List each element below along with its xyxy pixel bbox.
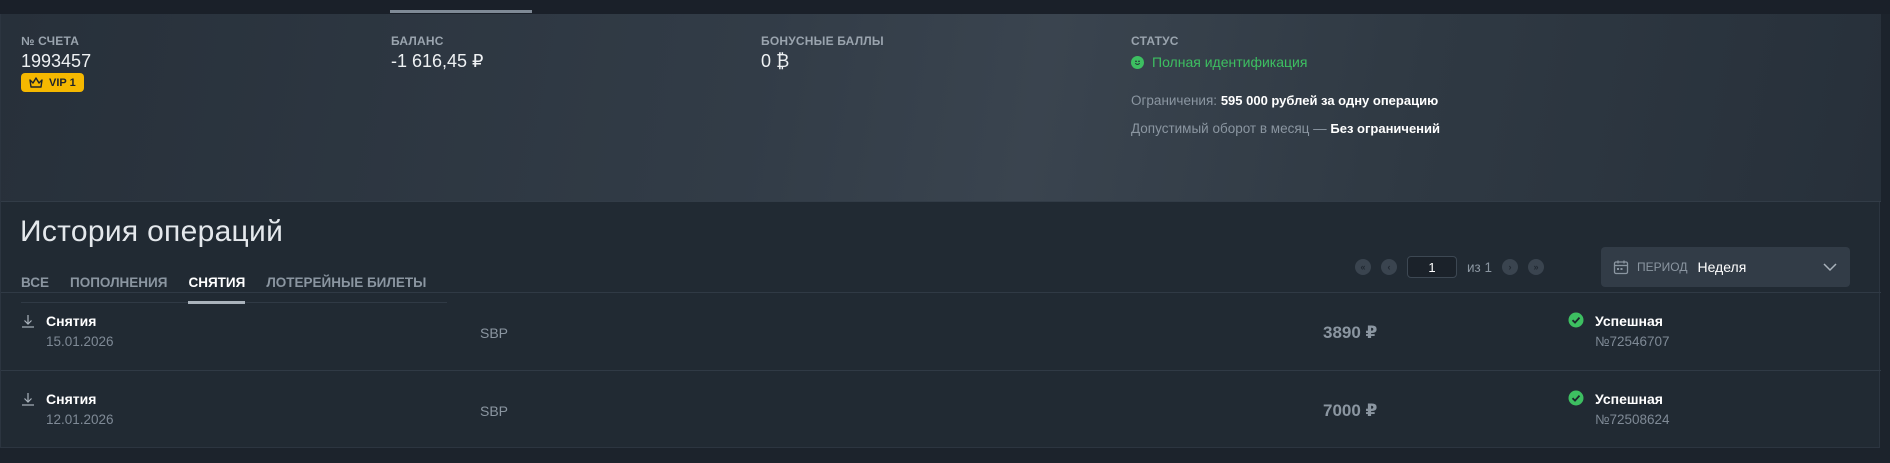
limit-label: Ограничения: xyxy=(1131,93,1218,108)
active-top-tab-indicator xyxy=(390,10,532,13)
status-block: СТАТУС Полная идентификация Ограничения:… xyxy=(1131,34,1440,136)
check-circle-icon xyxy=(1568,390,1584,406)
status-label: СТАТУС xyxy=(1131,34,1179,48)
operation-amount: 7000 ₽ xyxy=(1323,401,1378,420)
turnover-value: Без ограничений xyxy=(1330,121,1441,136)
calendar-icon xyxy=(1613,260,1629,275)
withdraw-icon xyxy=(22,393,34,406)
balance-value: -1 616,45 ₽ xyxy=(391,51,484,71)
bonus-value: 0 ₿ xyxy=(761,51,790,71)
operation-row[interactable]: Снятия 15.01.2026 SBP 3890 ₽ Успешная №7… xyxy=(1,292,1881,370)
bonus-block: БОНУСНЫЕ БАЛЛЫ 0 ₿ xyxy=(761,34,884,72)
account-number: 1993457 xyxy=(21,51,92,71)
identification-status[interactable]: Полная идентификация xyxy=(1131,54,1440,70)
vip-level: VIP 1 xyxy=(49,76,76,89)
operation-date: 12.01.2026 xyxy=(46,412,114,427)
next-page-icon[interactable]: › xyxy=(1502,259,1518,275)
limit-value: 595 000 рублей за одну операцию xyxy=(1220,93,1439,108)
operation-method: SBP xyxy=(480,403,509,419)
smile-icon xyxy=(1131,55,1144,69)
operation-kind: Снятия xyxy=(46,313,97,329)
period-label: ПЕРИОД xyxy=(1637,260,1688,274)
account-summary: № СЧЕТА 1993457 VIP 1 БАЛАНС -1 616,45 ₽… xyxy=(1,14,1881,202)
operation-status: Успешная xyxy=(1595,391,1663,407)
operation-status: Успешная xyxy=(1595,313,1663,329)
identification-status-text: Полная идентификация xyxy=(1152,54,1308,70)
vip-badge: VIP 1 xyxy=(21,73,84,92)
last-page-icon[interactable]: » xyxy=(1528,259,1544,275)
operation-date: 15.01.2026 xyxy=(46,334,114,349)
pagination: « ‹ из 1 › » xyxy=(1355,256,1544,278)
turnover-label: Допустимый оборот в месяц — xyxy=(1131,121,1327,136)
prev-page-icon[interactable]: ‹ xyxy=(1381,259,1397,275)
operation-id: №72508624 xyxy=(1595,412,1670,427)
withdraw-icon xyxy=(22,315,34,328)
operation-row[interactable]: Снятия 12.01.2026 SBP 7000 ₽ Успешная №7… xyxy=(1,370,1881,448)
operation-method: SBP xyxy=(480,325,509,341)
top-nav-strip xyxy=(0,0,1890,14)
page-input[interactable] xyxy=(1407,256,1457,278)
operation-amount: 3890 ₽ xyxy=(1323,323,1378,342)
crown-icon xyxy=(29,76,43,88)
chevron-down-icon xyxy=(1823,263,1837,272)
account-panel: № СЧЕТА 1993457 VIP 1 БАЛАНС -1 616,45 ₽… xyxy=(0,14,1881,448)
check-circle-icon xyxy=(1568,312,1584,328)
balance-label: БАЛАНС xyxy=(391,34,444,48)
account-number-label: № СЧЕТА xyxy=(21,34,80,48)
period-select[interactable]: ПЕРИОД Неделя xyxy=(1601,247,1850,287)
history-title: История операций xyxy=(20,215,284,248)
first-page-icon[interactable]: « xyxy=(1355,259,1371,275)
limit-line: Ограничения: 595 000 рублей за одну опер… xyxy=(1131,93,1440,108)
operation-id: №72546707 xyxy=(1595,334,1670,349)
account-number-block: № СЧЕТА 1993457 VIP 1 xyxy=(21,34,91,94)
turnover-line: Допустимый оборот в месяц — Без ограниче… xyxy=(1131,121,1440,136)
operation-kind: Снятия xyxy=(46,391,97,407)
balance-block: БАЛАНС -1 616,45 ₽ xyxy=(391,34,484,72)
page-total: из 1 xyxy=(1467,259,1492,275)
period-value: Неделя xyxy=(1697,259,1747,275)
bonus-label: БОНУСНЫЕ БАЛЛЫ xyxy=(761,34,884,48)
